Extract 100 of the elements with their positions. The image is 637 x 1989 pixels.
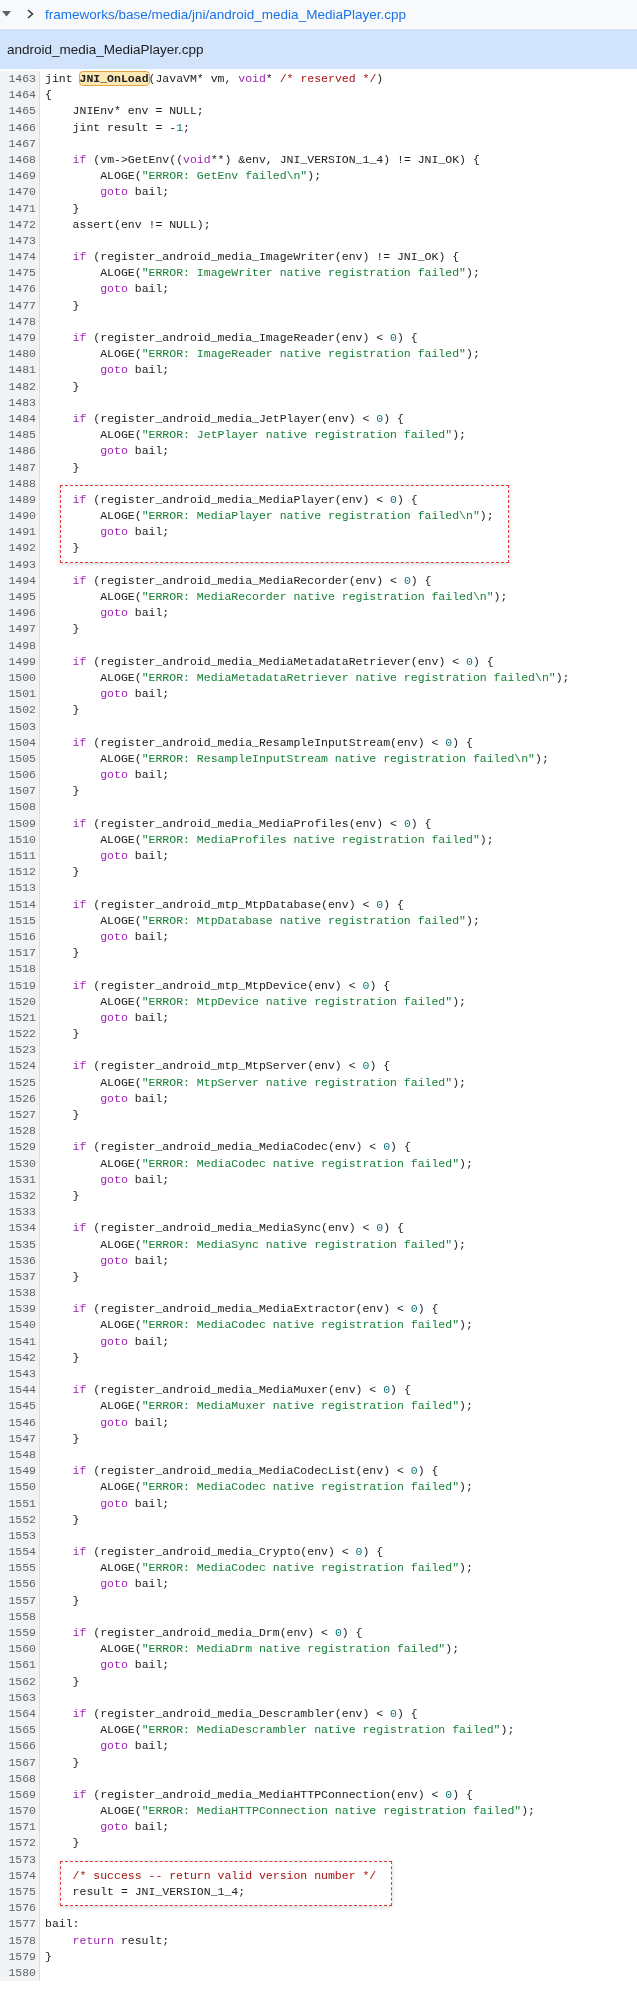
code-line: goto bail;: [99, 1009, 170, 1026]
code-line: }: [71, 459, 80, 476]
line-number: 1492: [8, 540, 36, 557]
line-number: 1541: [8, 1333, 36, 1350]
line-number: 1506: [8, 767, 36, 784]
line-number: 1528: [8, 1123, 36, 1140]
code-line: goto bail;: [99, 767, 170, 784]
line-number: 1486: [8, 443, 36, 460]
line-number: 1534: [8, 1220, 36, 1237]
line-number: 1490: [8, 508, 36, 525]
line-number: 1571: [8, 1819, 36, 1836]
code-line: if (vm->GetEnv((void**) &env, JNI_VERSION_1_4) != JNI_OK) {: [71, 151, 480, 168]
line-number: 1473: [8, 232, 36, 249]
code-line: }: [71, 1511, 80, 1528]
line-number: 1463: [8, 71, 36, 87]
line-number: 1519: [8, 977, 36, 994]
line-number: 1478: [8, 313, 36, 330]
line-number: 1518: [8, 961, 36, 978]
code-line: assert(env != NULL);: [71, 216, 211, 233]
line-number: 1546: [8, 1414, 36, 1431]
code-line: goto bail;: [99, 1819, 170, 1836]
line-number: 1499: [8, 653, 36, 670]
code-line: }: [71, 1349, 80, 1366]
line-number: 1509: [8, 815, 36, 832]
code-line: }: [71, 200, 80, 217]
code-line: if (register_android_media_MediaCodec(env) < 0) {: [71, 1139, 411, 1156]
code-line: if (register_android_media_ResampleInputStream(env) < 0) {: [71, 734, 473, 751]
line-number: 1472: [8, 216, 36, 233]
line-number: 1485: [8, 427, 36, 444]
code-line: if (register_android_mtp_MtpServer(env) < 0) {: [71, 1058, 391, 1075]
code-line: }: [71, 1268, 80, 1285]
code-line: if (register_android_media_MediaMuxer(env) < 0) {: [71, 1382, 411, 1399]
line-number: 1537: [8, 1268, 36, 1285]
line-number: 1501: [8, 686, 36, 703]
line-number: 1542: [8, 1349, 36, 1366]
code-line: {: [44, 87, 52, 104]
line-number: 1522: [8, 1026, 36, 1043]
code-line: if (register_android_media_Descrambler(env) < 0) {: [71, 1705, 418, 1722]
code-line: result = JNI_VERSION_1_4;: [71, 1884, 246, 1900]
line-number: 1559: [8, 1625, 36, 1641]
code-line: ALOGE("ERROR: MediaDescrambler native registration failed");: [99, 1722, 515, 1739]
chevron-right-icon[interactable]: [27, 9, 34, 19]
line-number: 1565: [8, 1722, 36, 1739]
line-number: 1507: [8, 783, 36, 800]
line-number: 1468: [8, 151, 36, 168]
code-line: }: [44, 1948, 52, 1965]
code-line: ALOGE("ERROR: MediaMuxer native registration failed");: [99, 1398, 473, 1415]
line-number: 1512: [8, 864, 36, 881]
code-line: goto bail;: [99, 928, 170, 945]
line-number: 1569: [8, 1786, 36, 1803]
line-number: 1551: [8, 1495, 36, 1512]
line-number: 1474: [8, 249, 36, 266]
line-number: 1535: [8, 1236, 36, 1253]
code-line: }: [71, 702, 80, 719]
line-number: 1511: [8, 848, 36, 864]
code-line: }: [71, 1835, 80, 1852]
code-line: }: [71, 540, 80, 557]
code-line: goto bail;: [99, 686, 170, 703]
code-line: if (register_android_media_JetPlayer(env) < 0) {: [71, 410, 404, 427]
code-line: goto bail;: [99, 605, 170, 622]
code-line: return result;: [71, 1932, 170, 1949]
code-line: if (register_android_mtp_MtpDevice(env) < 0) {: [71, 977, 391, 994]
line-number: 1479: [8, 330, 36, 346]
line-number: 1477: [8, 297, 36, 314]
code-line: goto bail;: [99, 1495, 170, 1512]
code-line: ALOGE("ERROR: MediaPlayer native registration failed\n");: [99, 508, 494, 525]
code-line: bail:: [44, 1916, 80, 1933]
line-number: 1577: [8, 1916, 36, 1933]
file-title: android_media_MediaPlayer.cpp: [6, 41, 204, 57]
code-line: ALOGE("ERROR: MediaRecorder native registration failed\n");: [99, 589, 508, 605]
line-number: 1521: [8, 1009, 36, 1026]
line-number: 1568: [8, 1770, 36, 1787]
line-number: 1487: [8, 459, 36, 476]
line-number: 1567: [8, 1754, 36, 1771]
line-number: 1526: [8, 1090, 36, 1107]
code-line: }: [71, 1592, 80, 1609]
code-line: goto bail;: [99, 1252, 170, 1269]
line-number: 1573: [8, 1851, 36, 1868]
line-number: 1493: [8, 556, 36, 573]
line-number: 1469: [8, 168, 36, 185]
line-number: 1564: [8, 1705, 36, 1722]
line-number: 1574: [8, 1867, 36, 1884]
line-number: 1560: [8, 1641, 36, 1658]
code-line: ALOGE("ERROR: MediaMetadataRetriever native registration failed\n");: [99, 669, 570, 686]
code-line: }: [71, 297, 80, 314]
line-number: 1491: [8, 524, 36, 541]
line-number: 1517: [8, 945, 36, 962]
code-line: ALOGE("ERROR: MtpDatabase native registration failed");: [99, 912, 480, 929]
caret-down-icon[interactable]: [2, 11, 11, 17]
code-line: goto bail;: [99, 1171, 170, 1188]
line-number: 1516: [8, 928, 36, 945]
code-line: ALOGE("ERROR: MediaDrm native registration failed");: [99, 1641, 460, 1658]
line-number: 1539: [8, 1301, 36, 1318]
line-number: 1578: [8, 1932, 36, 1949]
line-number: 1547: [8, 1430, 36, 1447]
line-number: 1540: [8, 1317, 36, 1334]
code-line: JNIEnv* env = NULL;: [71, 103, 204, 120]
code-line: goto bail;: [99, 1090, 170, 1107]
line-number: 1532: [8, 1187, 36, 1204]
code-line: goto bail;: [99, 184, 170, 201]
